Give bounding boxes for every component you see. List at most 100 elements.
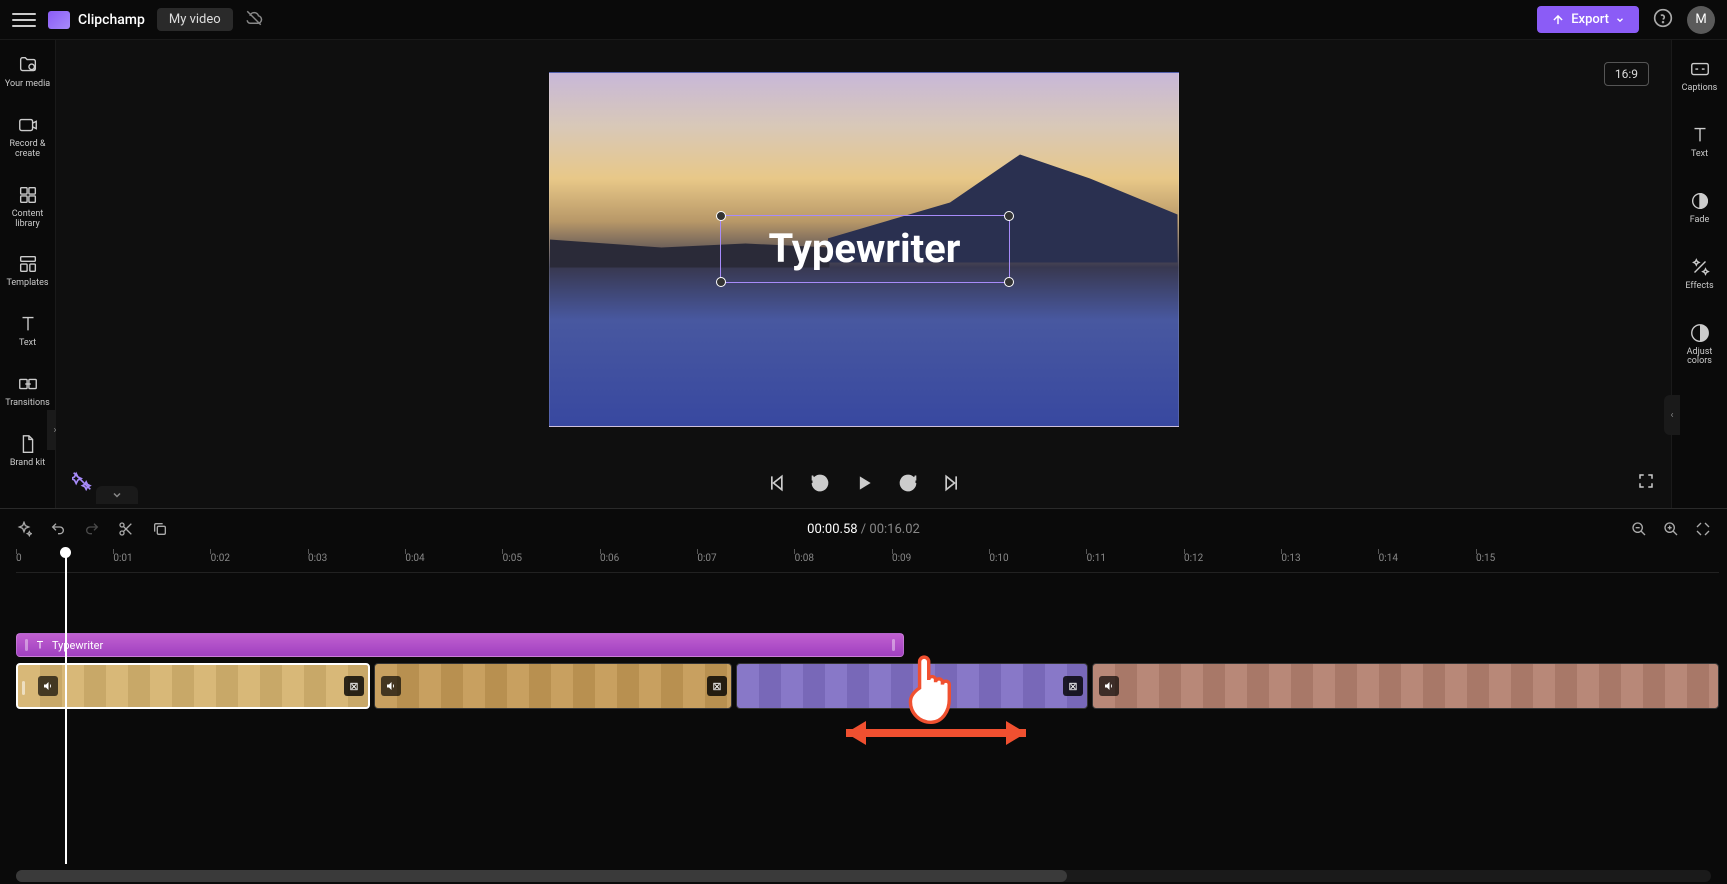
timeline-section: 00:00.58 / 00:16.02 0 0:01 0:02 0:03 0:04 0:0… <box>0 508 1727 884</box>
magic-tool-icon[interactable] <box>72 471 92 495</box>
sidebar-label: Captions <box>1682 84 1718 94</box>
sidebar-item-your-media[interactable]: Your media <box>0 50 55 94</box>
brand-name: Clipchamp <box>78 12 145 28</box>
ruler-tick: 0:03 <box>308 553 327 564</box>
sidebar-label: Your media <box>5 80 50 90</box>
logo-block[interactable]: Clipchamp <box>48 11 145 29</box>
timeline-timecode: 00:00.58 / 00:16.02 <box>807 522 920 537</box>
ruler-tick: 0:02 <box>211 553 230 564</box>
video-clip-4[interactable] <box>1092 663 1719 709</box>
forward-5-icon[interactable] <box>898 473 918 493</box>
sidebar-right: Captions Text Fade Effects Adjust colors… <box>1671 40 1727 508</box>
ruler-tick: 0:01 <box>113 553 132 564</box>
aspect-ratio-chip[interactable]: 16:9 <box>1604 62 1649 86</box>
scrollbar-thumb[interactable] <box>16 870 1067 882</box>
transition-icon[interactable]: ⊠ <box>1063 676 1083 696</box>
sidebar-item-adjust-colors[interactable]: Adjust colors <box>1672 318 1727 372</box>
collapse-panel-icon[interactable] <box>96 486 138 504</box>
playhead[interactable] <box>65 549 67 864</box>
top-bar: Clipchamp My video Export M <box>0 0 1727 40</box>
resize-handle-bl[interactable] <box>716 277 726 287</box>
current-time: 00:00.58 <box>807 522 857 537</box>
clip-grip-left[interactable] <box>22 681 25 695</box>
video-clip-1[interactable]: ⊠ <box>16 663 370 709</box>
sidebar-item-transitions[interactable]: Transitions <box>0 369 55 413</box>
video-clip-3[interactable]: ⊠ <box>736 663 1088 709</box>
clip-audio-icon[interactable] <box>381 676 401 696</box>
sidebar-item-text[interactable]: Text <box>0 309 55 353</box>
text-track-label: Typewriter <box>52 639 103 652</box>
sidebar-item-content-library[interactable]: Content library <box>0 180 55 234</box>
sidebar-label: Record & create <box>9 140 45 160</box>
ruler-tick: 0:04 <box>405 553 424 564</box>
fit-timeline-icon[interactable] <box>1695 521 1711 537</box>
duplicate-icon[interactable] <box>152 521 168 537</box>
total-time: 00:16.02 <box>869 522 919 537</box>
video-canvas[interactable]: Typewriter <box>549 72 1179 427</box>
sidebar-item-text[interactable]: Text <box>1672 120 1727 164</box>
ruler-tick: 0:12 <box>1184 553 1203 564</box>
sidebar-label: Templates <box>6 279 48 289</box>
text-overlay-box[interactable]: Typewriter <box>720 215 1010 283</box>
ruler-tick: 0:05 <box>503 553 522 564</box>
clip-audio-icon[interactable] <box>38 676 58 696</box>
avatar[interactable]: M <box>1687 6 1715 34</box>
menu-icon[interactable] <box>12 9 36 31</box>
help-icon[interactable] <box>1653 8 1673 32</box>
tutorial-resize-arrow-icon <box>836 713 1036 757</box>
canvas-area: 16:9 Typewriter <box>56 40 1671 458</box>
skip-back-icon[interactable] <box>766 473 786 493</box>
resize-handle-tr[interactable] <box>1004 211 1014 221</box>
zoom-in-icon[interactable] <box>1663 521 1679 537</box>
fullscreen-icon[interactable] <box>1637 472 1655 494</box>
split-icon[interactable] <box>118 521 134 537</box>
sidebar-item-templates[interactable]: Templates <box>0 249 55 293</box>
chevron-down-icon <box>1615 15 1625 25</box>
zoom-out-icon[interactable] <box>1631 521 1647 537</box>
cloud-sync-off-icon[interactable] <box>245 9 263 31</box>
redo-icon[interactable] <box>84 521 100 537</box>
rewind-5-icon[interactable] <box>810 473 830 493</box>
export-button[interactable]: Export <box>1537 6 1639 33</box>
ruler-tick: 0 <box>16 553 22 564</box>
sidebar-item-fade[interactable]: Fade <box>1672 186 1727 230</box>
expand-right-panel-icon[interactable]: ‹ <box>1664 395 1680 435</box>
sidebar-item-effects[interactable]: Effects <box>1672 252 1727 296</box>
transition-icon[interactable]: ⊠ <box>707 676 727 696</box>
playback-bar <box>56 458 1671 508</box>
video-clip-2[interactable]: ⊠ <box>374 663 732 709</box>
project-name-chip[interactable]: My video <box>157 8 233 31</box>
ruler-tick: 0:15 <box>1476 553 1495 564</box>
ruler-tick: 0:09 <box>892 553 911 564</box>
undo-icon[interactable] <box>50 521 66 537</box>
clip-grip-left[interactable] <box>25 639 28 651</box>
timeline-toolbar: 00:00.58 / 00:16.02 <box>0 509 1727 549</box>
timeline-tracks[interactable]: Typewriter ⊠ ⊠ ⊠ <box>16 573 1719 864</box>
sidebar-label: Content library <box>12 210 44 230</box>
text-track-clip[interactable]: Typewriter <box>16 633 904 657</box>
ruler-tick: 0:11 <box>1087 553 1106 564</box>
clip-audio-icon[interactable] <box>1099 676 1119 696</box>
resize-handle-br[interactable] <box>1004 277 1014 287</box>
timeline-scrollbar[interactable] <box>16 870 1711 882</box>
ruler-tick: 0:10 <box>989 553 1008 564</box>
clip-grip-right[interactable] <box>892 639 895 651</box>
transition-icon[interactable]: ⊠ <box>344 676 364 696</box>
ruler-tick: 0:06 <box>600 553 619 564</box>
text-icon <box>34 639 46 651</box>
canvas-text-overlay: Typewriter <box>769 225 961 272</box>
timeline-ruler[interactable]: 00:010:020:030:040:050:060:070:080:090:1… <box>16 549 1719 573</box>
ruler-tick: 0:08 <box>795 553 814 564</box>
sidebar-label: Text <box>19 339 36 349</box>
clipchamp-logo-icon <box>48 11 70 29</box>
sidebar-item-record-create[interactable]: Record & create <box>0 110 55 164</box>
sidebar-label: Effects <box>1685 282 1713 292</box>
time-separator: / <box>858 522 870 537</box>
resize-handle-tl[interactable] <box>716 211 726 221</box>
sidebar-label: Brand kit <box>10 459 45 469</box>
skip-forward-icon[interactable] <box>942 473 962 493</box>
play-icon[interactable] <box>854 473 874 493</box>
auto-enhance-icon[interactable] <box>16 521 32 537</box>
sidebar-item-captions[interactable]: Captions <box>1672 54 1727 98</box>
ruler-tick: 0:13 <box>1281 553 1300 564</box>
